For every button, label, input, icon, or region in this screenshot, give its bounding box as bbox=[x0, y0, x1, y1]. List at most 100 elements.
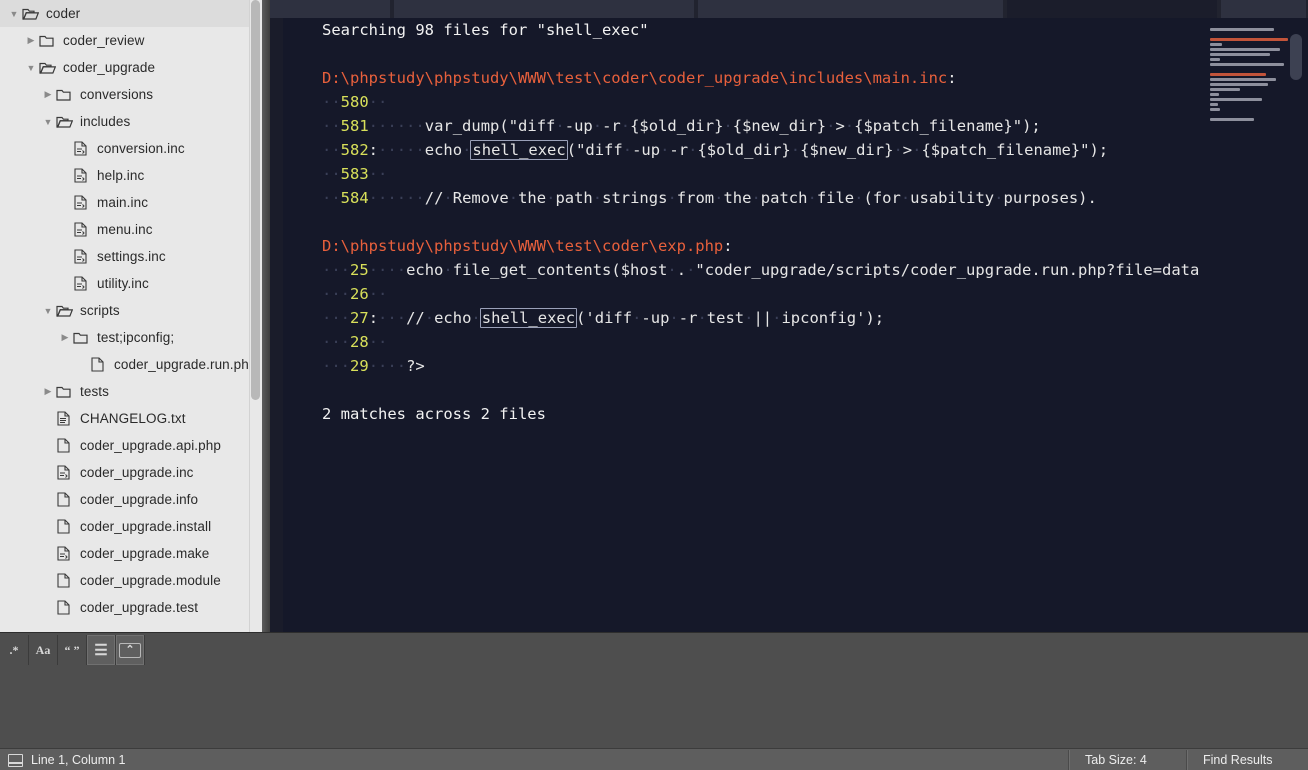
result-line[interactable]: ··581······var_dump("diff·-up·-r·{$old_d… bbox=[283, 114, 1308, 138]
find-in-files-panel[interactable]: .*Aa“ ”☰⌃ Find: shell_exec ⌄ Find Where:… bbox=[0, 632, 1308, 749]
in-selection-icon: ⌃ bbox=[119, 642, 141, 658]
result-line[interactable]: ···27:···//·echo·shell_exec('diff·-up·-r… bbox=[283, 306, 1308, 330]
syntax-status[interactable]: Find Results bbox=[1203, 749, 1272, 770]
tree-item-conversions[interactable]: ▶ conversions bbox=[0, 81, 262, 108]
tab-size-status[interactable]: Tab Size: 4 bbox=[1085, 749, 1147, 770]
file-icon bbox=[56, 572, 75, 589]
tree-item-label: coder_upgrade.module bbox=[80, 573, 221, 588]
minimap-line bbox=[1210, 48, 1280, 51]
file-code-icon bbox=[73, 194, 92, 211]
result-line[interactable]: ···26·· bbox=[283, 282, 1308, 306]
tree-item-label: menu.inc bbox=[97, 222, 153, 237]
tree-item-tests[interactable]: ▶ tests bbox=[0, 378, 262, 405]
case-sensitive-toggle[interactable]: Aa bbox=[29, 635, 58, 665]
tree-item-coder-upgrade-module[interactable]: ▶ coder_upgrade.module bbox=[0, 567, 262, 594]
editor-tab-3[interactable] bbox=[1007, 0, 1217, 18]
chevron-down-icon[interactable]: ▼ bbox=[23, 63, 39, 73]
result-line[interactable]: ··583·· bbox=[283, 162, 1308, 186]
tree-item-menu-inc[interactable]: ▶ menu.inc bbox=[0, 216, 262, 243]
tree-item-coder-upgrade-inc[interactable]: ▶ coder_upgrade.inc bbox=[0, 459, 262, 486]
sidebar-scrollbar-thumb[interactable] bbox=[251, 0, 260, 400]
chevron-right-icon[interactable]: ▶ bbox=[40, 386, 56, 397]
tree-item-help-inc[interactable]: ▶ help.inc bbox=[0, 162, 262, 189]
panel-toggle-icon[interactable] bbox=[8, 753, 23, 767]
in-selection-toggle[interactable]: ⌃ bbox=[116, 635, 145, 665]
folder-icon bbox=[39, 33, 58, 49]
result-line[interactable]: ···29····?> bbox=[283, 354, 1308, 378]
minimap-line bbox=[1210, 28, 1274, 31]
tree-item-changelog-txt[interactable]: ▶ CHANGELOG.txt bbox=[0, 405, 262, 432]
tree-item-label: coder_upgrade.test bbox=[80, 600, 199, 615]
whole-word-toggle[interactable]: “ ” bbox=[58, 635, 87, 665]
find-results-pane[interactable]: Searching 98 files for "shell_exec" D:\p… bbox=[283, 18, 1308, 632]
result-line[interactable]: ··580·· bbox=[283, 90, 1308, 114]
chevron-down-icon[interactable]: ▼ bbox=[40, 117, 56, 127]
folder-open-icon bbox=[39, 60, 58, 76]
status-icon-group[interactable] bbox=[8, 749, 23, 770]
chevron-spacer: ▶ bbox=[40, 548, 56, 559]
result-line[interactable]: ···25····echo·file_get_contents($host·.·… bbox=[283, 258, 1308, 282]
tree-item-label: coder_upgrade.inc bbox=[80, 465, 194, 480]
result-blocks[interactable]: D:\phpstudy\phpstudy\WWW\test\coder\code… bbox=[283, 66, 1308, 378]
tree-item-coder-upgrade-test[interactable]: ▶ coder_upgrade.test bbox=[0, 594, 262, 621]
regex-toggle[interactable]: .* bbox=[0, 635, 29, 665]
editor-tab-2[interactable] bbox=[698, 0, 1003, 18]
folder-icon bbox=[73, 330, 92, 346]
file-tree-sidebar[interactable]: ▼ coder ▶ coder_review ▼ coder_upgrade ▶ conver… bbox=[0, 0, 262, 632]
editor-tab-1[interactable] bbox=[394, 0, 694, 18]
chevron-down-icon[interactable]: ▼ bbox=[40, 306, 56, 316]
minimap-line bbox=[1210, 43, 1222, 46]
file-tree-list[interactable]: ▼ coder ▶ coder_review ▼ coder_upgrade ▶ conver… bbox=[0, 0, 262, 621]
result-line[interactable]: ··584······//·Remove·the·path·strings·fr… bbox=[283, 186, 1308, 210]
tree-item-utility-inc[interactable]: ▶ utility.inc bbox=[0, 270, 262, 297]
file-code-icon bbox=[73, 221, 92, 238]
tree-item-label: tests bbox=[80, 384, 110, 399]
result-file-path[interactable]: D:\phpstudy\phpstudy\WWW\test\coder\exp.… bbox=[283, 234, 1308, 258]
sidebar-scrollbar[interactable] bbox=[249, 0, 262, 632]
file-code-icon bbox=[73, 248, 92, 265]
minimap-line bbox=[1210, 118, 1254, 121]
tree-item-coder-upgrade-install[interactable]: ▶ coder_upgrade.install bbox=[0, 513, 262, 540]
minimap[interactable] bbox=[1200, 18, 1308, 632]
wrap-toggle[interactable]: ☰ bbox=[87, 635, 116, 665]
tree-item-label: coder bbox=[46, 6, 81, 21]
minimap-line bbox=[1210, 53, 1270, 56]
editor-tab-bar[interactable] bbox=[270, 0, 1308, 18]
chevron-down-icon[interactable]: ▼ bbox=[6, 9, 22, 19]
status-bar[interactable]: Line 1, Column 1 Tab Size: 4 Find Result… bbox=[0, 748, 1308, 770]
tree-item-coder-upgrade-api-php[interactable]: ▶ coder_upgrade.api.php bbox=[0, 432, 262, 459]
tree-item-settings-inc[interactable]: ▶ settings.inc bbox=[0, 243, 262, 270]
tree-item-coder-upgrade-make[interactable]: ▶ coder_upgrade.make bbox=[0, 540, 262, 567]
folder-open-icon bbox=[56, 114, 75, 130]
tree-item-test-ipconfig-[interactable]: ▶ test;ipconfig; bbox=[0, 324, 262, 351]
tree-item-scripts[interactable]: ▼ scripts bbox=[0, 297, 262, 324]
tree-item-coder-upgrade-run-php[interactable]: ▶ coder_upgrade.run.php bbox=[0, 351, 262, 378]
result-file-path[interactable]: D:\phpstudy\phpstudy\WWW\test\coder\code… bbox=[283, 66, 1308, 90]
file-code-icon bbox=[56, 545, 75, 562]
chevron-spacer: ▶ bbox=[40, 413, 56, 424]
chevron-spacer: ▶ bbox=[40, 494, 56, 505]
tree-item-label: utility.inc bbox=[97, 276, 149, 291]
sidebar-resize-handle[interactable] bbox=[262, 0, 270, 632]
tree-item-includes[interactable]: ▼ includes bbox=[0, 108, 262, 135]
tree-item-main-inc[interactable]: ▶ main.inc bbox=[0, 189, 262, 216]
search-options-toolbar[interactable]: .* Aa “ ” ☰ ⌃ bbox=[0, 635, 145, 665]
chevron-right-icon[interactable]: ▶ bbox=[57, 332, 73, 343]
editor-tab-0[interactable] bbox=[270, 0, 390, 18]
tree-item-coder-upgrade[interactable]: ▼ coder_upgrade bbox=[0, 54, 262, 81]
minimap-viewport-thumb[interactable] bbox=[1290, 34, 1302, 80]
tree-item-label: coder_upgrade bbox=[63, 60, 156, 75]
editor-tab-4[interactable] bbox=[1221, 0, 1306, 18]
tree-item-coder-upgrade-info[interactable]: ▶ coder_upgrade.info bbox=[0, 486, 262, 513]
result-line[interactable]: ···28·· bbox=[283, 330, 1308, 354]
folder-icon bbox=[56, 87, 75, 103]
tree-item-conversion-inc[interactable]: ▶ conversion.inc bbox=[0, 135, 262, 162]
cursor-position[interactable]: Line 1, Column 1 bbox=[31, 749, 126, 770]
tree-item-coder[interactable]: ▼ coder bbox=[0, 0, 262, 27]
chevron-right-icon[interactable]: ▶ bbox=[40, 89, 56, 100]
tree-item-coder-review[interactable]: ▶ coder_review bbox=[0, 27, 262, 54]
result-line[interactable]: ··582:·····echo·shell_exec("diff·-up·-r·… bbox=[283, 138, 1308, 162]
chevron-right-icon[interactable]: ▶ bbox=[23, 35, 39, 46]
whole-word-icon: “ ” bbox=[64, 642, 80, 657]
folder-icon bbox=[56, 384, 75, 400]
